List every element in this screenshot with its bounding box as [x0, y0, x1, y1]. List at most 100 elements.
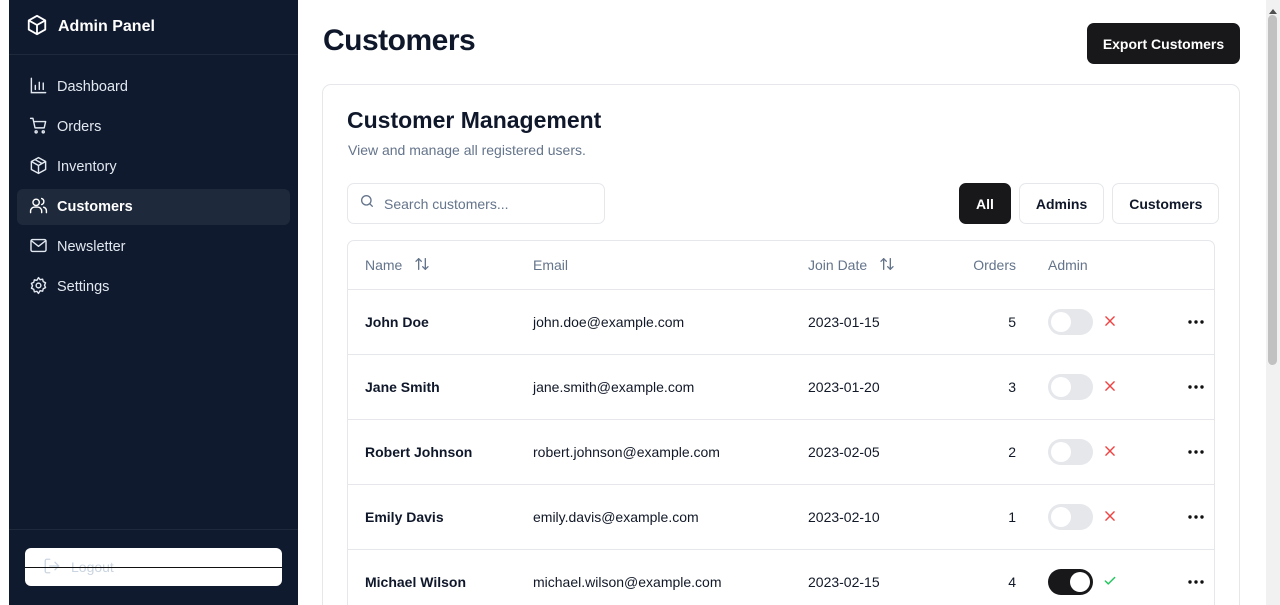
package-icon	[26, 14, 48, 41]
brand-name: Admin Panel	[58, 18, 155, 35]
table-row: John Doe john.doe@example.com 2023-01-15…	[348, 290, 1214, 355]
scrollbar-thumb[interactable]	[1268, 15, 1277, 365]
customer-orders: 3	[1008, 379, 1016, 395]
search-input[interactable]	[384, 195, 594, 212]
x-icon	[1103, 444, 1117, 461]
toggle-knob	[1051, 507, 1071, 527]
table-row: Emily Davis emily.davis@example.com 2023…	[348, 485, 1214, 550]
column-label: Join Date	[808, 257, 868, 273]
sidebar: Admin Panel Dashboard Orders Inventory C…	[9, 0, 298, 605]
users-icon	[29, 196, 48, 219]
column-header-email: Email	[533, 257, 569, 273]
gear-icon	[29, 276, 48, 299]
brand[interactable]: Admin Panel	[9, 0, 298, 55]
sort-icon[interactable]	[414, 256, 430, 275]
customer-name: Emily Davis	[365, 509, 444, 525]
sidebar-item-label: Inventory	[57, 159, 117, 175]
sidebar-item-inventory[interactable]: Inventory	[17, 149, 290, 185]
export-customers-button[interactable]: Export Customers	[1087, 23, 1240, 64]
logout-button[interactable]: Logout	[25, 548, 282, 586]
sidebar-item-label: Customers	[57, 199, 133, 215]
customer-name: Robert Johnson	[365, 444, 473, 460]
more-icon[interactable]	[1186, 572, 1206, 592]
column-header-join-date[interactable]: Join Date	[808, 256, 968, 275]
admin-toggle[interactable]	[1048, 309, 1093, 335]
divider	[25, 567, 282, 568]
x-icon	[1103, 379, 1117, 396]
page-scrollbar[interactable]	[1266, 0, 1280, 605]
admin-toggle[interactable]	[1048, 439, 1093, 465]
table-row: Michael Wilson michael.wilson@example.co…	[348, 550, 1214, 605]
toggle-knob	[1051, 377, 1071, 397]
bar-chart-icon	[29, 76, 48, 99]
sidebar-item-newsletter[interactable]: Newsletter	[17, 229, 290, 265]
actions-cell	[1136, 442, 1206, 462]
check-icon	[1103, 574, 1117, 591]
sort-icon[interactable]	[879, 256, 895, 275]
admin-cell	[1016, 374, 1136, 400]
sidebar-item-label: Dashboard	[57, 79, 128, 95]
cart-icon	[29, 116, 48, 139]
customer-email: jane.smith@example.com	[533, 379, 695, 395]
x-icon	[1103, 314, 1117, 331]
more-icon[interactable]	[1186, 507, 1206, 527]
customer-orders: 1	[1008, 509, 1016, 525]
customer-join-date: 2023-02-10	[808, 509, 880, 525]
actions-cell	[1136, 507, 1206, 527]
scroll-up-icon[interactable]	[1269, 3, 1277, 14]
more-icon[interactable]	[1186, 312, 1206, 332]
toggle-knob	[1051, 312, 1071, 332]
column-header-orders: Orders	[973, 257, 1016, 273]
admin-cell	[1016, 569, 1136, 595]
sidebar-item-customers[interactable]: Customers	[17, 189, 290, 225]
column-header-name[interactable]: Name	[348, 256, 533, 275]
sidebar-nav: Dashboard Orders Inventory Customers New…	[9, 55, 298, 305]
main-content: Customers Export Customers Customer Mana…	[298, 0, 1266, 605]
search-icon	[359, 193, 375, 214]
actions-cell	[1136, 377, 1206, 397]
customer-management-card: Customer Management View and manage all …	[322, 84, 1240, 605]
customer-email: john.doe@example.com	[533, 314, 685, 330]
customer-email: robert.johnson@example.com	[533, 444, 720, 460]
table-row: Jane Smith jane.smith@example.com 2023-0…	[348, 355, 1214, 420]
admin-toggle[interactable]	[1048, 569, 1093, 595]
admin-cell	[1016, 439, 1136, 465]
customer-join-date: 2023-01-15	[808, 314, 880, 330]
x-icon	[1103, 509, 1117, 526]
toggle-knob	[1051, 442, 1071, 462]
card-title: Customer Management	[347, 107, 602, 133]
customer-orders: 2	[1008, 444, 1016, 460]
customer-join-date: 2023-02-15	[808, 574, 880, 590]
more-icon[interactable]	[1186, 442, 1206, 462]
sidebar-item-label: Newsletter	[57, 239, 126, 255]
customer-email: michael.wilson@example.com	[533, 574, 722, 590]
search-box[interactable]	[347, 183, 605, 224]
table-header: Name Email Join Date Orders Admin	[348, 241, 1214, 290]
admin-toggle[interactable]	[1048, 504, 1093, 530]
filter-all-button[interactable]: All	[959, 183, 1011, 224]
customer-email: emily.davis@example.com	[533, 509, 699, 525]
customer-join-date: 2023-02-05	[808, 444, 880, 460]
more-icon[interactable]	[1186, 377, 1206, 397]
sidebar-item-dashboard[interactable]: Dashboard	[17, 69, 290, 105]
actions-cell	[1136, 572, 1206, 592]
customer-name: John Doe	[365, 314, 429, 330]
filter-customers-button[interactable]: Customers	[1112, 183, 1220, 224]
column-header-admin: Admin	[1048, 257, 1088, 273]
app-root: Admin Panel Dashboard Orders Inventory C…	[0, 0, 1280, 605]
card-subtitle: View and manage all registered users.	[348, 142, 586, 158]
sidebar-item-settings[interactable]: Settings	[17, 269, 290, 305]
admin-toggle[interactable]	[1048, 374, 1093, 400]
actions-cell	[1136, 312, 1206, 332]
admin-cell	[1016, 309, 1136, 335]
package-icon	[29, 156, 48, 179]
customer-join-date: 2023-01-20	[808, 379, 880, 395]
customer-name: Jane Smith	[365, 379, 440, 395]
filter-group: All Admins Customers	[959, 183, 1220, 224]
sidebar-item-orders[interactable]: Orders	[17, 109, 290, 145]
table-row: Robert Johnson robert.johnson@example.co…	[348, 420, 1214, 485]
admin-cell	[1016, 504, 1136, 530]
filter-admins-button[interactable]: Admins	[1018, 183, 1105, 224]
sidebar-item-label: Settings	[57, 279, 110, 295]
customer-orders: 5	[1008, 314, 1016, 330]
